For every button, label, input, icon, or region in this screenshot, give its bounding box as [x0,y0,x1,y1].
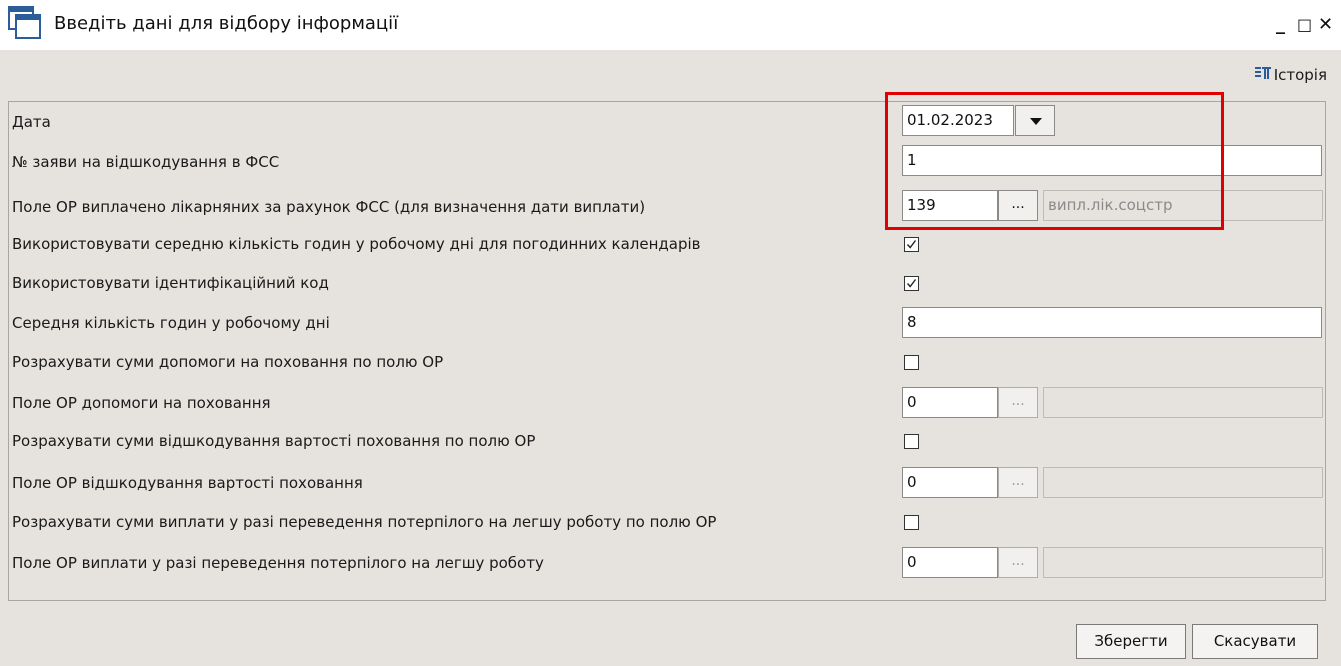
light-work-code-input[interactable]: 0 [902,547,998,578]
burial-cost-name [1043,467,1323,498]
calc-light-work-checkbox[interactable] [904,515,919,530]
label-light-work-field: Поле ОР виплати у разі переведення потер… [12,554,544,572]
label-calc-light-work: Розрахувати суми виплати у разі переведе… [12,513,717,531]
label-use-avg-hours: Використовувати середню кількість годин … [12,235,701,253]
burial-cost-code-input[interactable]: 0 [902,467,998,498]
calc-burial-cost-checkbox[interactable] [904,434,919,449]
use-id-code-checkbox[interactable] [904,276,919,291]
use-avg-hours-checkbox[interactable] [904,237,919,252]
window-title: Введіть дані для відбору інформації [54,13,399,34]
window-icon [8,6,42,40]
claim-number-input[interactable]: 1 [902,145,1322,176]
label-burial-aid-field: Поле ОР допомоги на поховання [12,394,271,412]
avg-hours-input[interactable]: 8 [902,307,1322,338]
label-burial-cost-field: Поле ОР відшкодування вартості поховання [12,474,363,492]
check-icon [906,240,917,249]
label-sick-field: Поле ОР виплачено лікарняних за рахунок … [12,198,646,216]
date-input[interactable]: 01.02.2023 [902,105,1014,136]
label-use-id-code: Використовувати ідентифікаційний код [12,274,329,292]
burial-cost-lookup-button[interactable]: ... [998,467,1038,498]
close-button[interactable]: ✕ [1318,14,1333,35]
label-avg-hours: Середня кількість годин у робочому дні [12,314,330,332]
label-date: Дата [12,113,51,131]
label-calc-burial-cost: Розрахувати суми відшкодування вартості … [12,432,536,450]
history-icon [1254,66,1274,84]
label-claim-number: № заяви на відшкодування в ФСС [12,153,280,171]
maximize-button[interactable]: □ [1297,15,1312,34]
sick-field-lookup-button[interactable]: ... [998,190,1038,221]
light-work-lookup-button[interactable]: ... [998,547,1038,578]
sick-field-code-input[interactable]: 139 [902,190,998,221]
save-button[interactable]: Зберегти [1076,624,1186,659]
calc-burial-aid-checkbox[interactable] [904,355,919,370]
history-label: Історія [1273,66,1327,84]
burial-aid-name [1043,387,1323,418]
cancel-button[interactable]: Скасувати [1192,624,1318,659]
sick-field-name: випл.лік.соцстр [1043,190,1323,221]
burial-aid-code-input[interactable]: 0 [902,387,998,418]
history-button[interactable]: Історія [1254,66,1327,84]
label-calc-burial-aid: Розрахувати суми допомоги на поховання п… [12,353,444,371]
date-dropdown-button[interactable] [1015,105,1055,136]
title-bar: Введіть дані для відбору інформації _ □ … [0,0,1341,50]
burial-aid-lookup-button[interactable]: ... [998,387,1038,418]
check-icon [906,279,917,288]
minimize-button[interactable]: _ [1276,14,1285,35]
light-work-name [1043,547,1323,578]
